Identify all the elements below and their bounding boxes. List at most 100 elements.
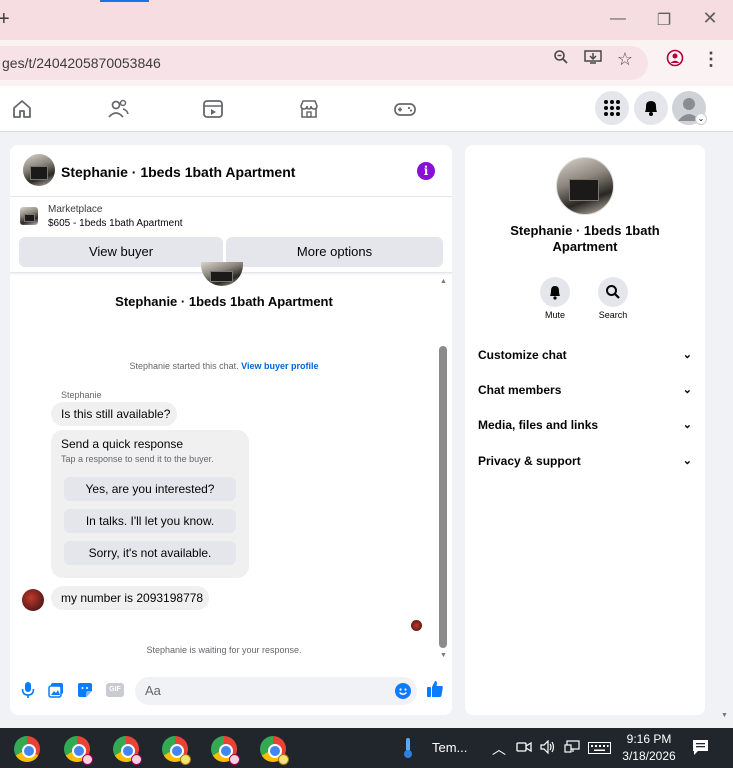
chrome-profile-taskbar-icon[interactable] — [260, 736, 289, 765]
install-app-icon[interactable] — [583, 49, 603, 69]
bookmark-star-icon[interactable]: ☆ — [615, 49, 635, 69]
listing-price-title[interactable]: $605 - 1beds 1bath Apartment — [48, 218, 183, 229]
info-panel-name: Stephanie · 1beds 1bath Apartment — [510, 223, 660, 254]
quick-response-card: Send a quick response Tap a response to … — [51, 430, 249, 578]
chat-header-title[interactable]: Stephanie · 1beds 1bath Apartment — [61, 164, 295, 180]
more-options-button[interactable]: More options — [226, 237, 443, 267]
meet-now-icon[interactable] — [516, 740, 532, 754]
quick-response-yes-button[interactable]: Yes, are you interested? — [64, 477, 236, 501]
chat-started-notice: Stephanie started this chat. View buyer … — [10, 361, 438, 371]
scrollbar-thumb[interactable] — [439, 346, 447, 648]
weather-text[interactable]: Tem... — [432, 740, 467, 755]
chrome-profile-taskbar-icon[interactable] — [64, 736, 93, 765]
clock-time[interactable]: 9:16 PM — [618, 732, 680, 746]
search-icon[interactable] — [598, 277, 628, 307]
chevron-down-icon: ⌄ — [682, 349, 692, 361]
volume-icon[interactable] — [540, 739, 556, 755]
keyboard-icon[interactable] — [588, 741, 611, 754]
read-receipt-avatar — [411, 620, 422, 631]
listing-small-thumbnail — [20, 207, 38, 225]
media-files-links-label: Media, files and links — [478, 418, 599, 432]
marketplace-icon[interactable] — [298, 98, 322, 120]
chevron-down-icon: ⌄ — [682, 455, 692, 467]
restore-icon[interactable]: ❐ — [652, 10, 676, 30]
thermometer-icon[interactable] — [403, 737, 413, 759]
conversation-info-panel: Stephanie · 1beds 1bath Apartment Mute S… — [465, 145, 705, 715]
thumbs-up-icon[interactable] — [426, 680, 444, 698]
chat-members-section[interactable]: Chat members ⌄ — [478, 383, 692, 403]
browser-menu-icon[interactable]: ⋮ — [701, 49, 721, 69]
message-scrollbar[interactable]: ▲ ▼ — [439, 278, 447, 660]
listing-thumbnail[interactable] — [23, 154, 55, 186]
menu-grid-icon[interactable] — [595, 91, 629, 125]
chat-started-text: Stephanie started this chat. — [129, 361, 239, 371]
chevron-down-icon: ⌄ — [682, 384, 692, 396]
profile-listing-photo[interactable] — [556, 157, 614, 215]
account-avatar[interactable]: ⌄ — [672, 91, 707, 125]
profile-icon[interactable] — [665, 49, 685, 69]
friends-icon[interactable] — [106, 98, 130, 120]
quick-response-in-talks-button[interactable]: In talks. I'll let you know. — [64, 509, 236, 533]
scroll-up-arrow-icon[interactable]: ▲ — [440, 278, 447, 285]
chrome-profile-taskbar-icon[interactable] — [113, 736, 142, 765]
browser-tab-strip: + — ❐ ✕ — [0, 0, 733, 40]
chrome-profile-taskbar-icon[interactable] — [211, 736, 240, 765]
chrome-taskbar-icon[interactable] — [14, 736, 40, 762]
browser-toolbar: ges/t/2404205870053846 ☆ ⋮ — [0, 40, 733, 86]
notifications-bell-icon[interactable] — [634, 91, 668, 125]
gaming-icon[interactable] — [393, 98, 417, 120]
video-icon[interactable] — [202, 98, 226, 120]
quick-response-title: Send a quick response — [61, 437, 184, 451]
minimize-icon[interactable]: — — [606, 10, 630, 28]
thread-listing-photo — [201, 262, 243, 286]
windows-taskbar: Tem... ︿ 9:16 PM 3/18/2026 — [0, 728, 733, 768]
quick-response-sorry-button[interactable]: Sorry, it's not available. — [64, 541, 236, 565]
page-scroll-down-icon[interactable]: ▼ — [721, 712, 728, 719]
thread-title: Stephanie · 1beds 1bath Apartment — [115, 294, 333, 309]
message-bubble-2[interactable]: my number is 2093198778 — [51, 586, 209, 610]
new-tab-icon[interactable]: + — [0, 8, 10, 31]
message-thread: Stephanie · 1beds 1bath Apartment Stepha… — [10, 262, 452, 664]
scroll-down-arrow-icon[interactable]: ▼ — [440, 652, 447, 659]
microphone-icon[interactable] — [20, 681, 36, 699]
chevron-down-icon: ⌄ — [682, 419, 692, 431]
network-icon[interactable] — [564, 740, 580, 754]
chat-header: Stephanie · 1beds 1bath Apartment i — [10, 145, 452, 197]
gif-icon[interactable]: GIF — [106, 683, 124, 697]
sender-name: Stephanie — [61, 390, 102, 400]
marketplace-label: Marketplace — [48, 204, 103, 215]
chrome-profile-taskbar-icon[interactable] — [162, 736, 191, 765]
view-buyer-profile-link[interactable]: View buyer profile — [241, 361, 318, 371]
customize-chat-section[interactable]: Customize chat ⌄ — [478, 348, 692, 368]
url-text[interactable]: ges/t/2404205870053846 — [2, 55, 161, 71]
view-buyer-button[interactable]: View buyer — [19, 237, 223, 267]
emoji-icon[interactable] — [395, 683, 411, 699]
info-icon[interactable]: i — [417, 162, 435, 180]
media-files-links-section[interactable]: Media, files and links ⌄ — [478, 418, 692, 438]
chat-panel: Stephanie · 1beds 1bath Apartment i Mark… — [10, 145, 452, 715]
customize-chat-label: Customize chat — [478, 348, 567, 362]
search-label[interactable]: Search — [593, 310, 633, 320]
privacy-support-section[interactable]: Privacy & support ⌄ — [478, 454, 692, 474]
active-tab-indicator — [100, 0, 149, 2]
chat-members-label: Chat members — [478, 383, 562, 397]
notification-center-icon[interactable] — [692, 739, 709, 756]
home-icon[interactable] — [11, 98, 35, 120]
message-composer: GIF Aa — [10, 667, 452, 715]
zoom-icon[interactable] — [551, 49, 571, 69]
message-bubble-1[interactable]: Is this still available? — [51, 402, 177, 426]
waiting-response-notice: Stephanie is waiting for your response. — [146, 645, 302, 655]
close-icon[interactable]: ✕ — [698, 8, 722, 29]
clock-date[interactable]: 3/18/2026 — [618, 749, 680, 763]
mute-label[interactable]: Mute — [535, 310, 575, 320]
privacy-support-label: Privacy & support — [478, 454, 581, 468]
photo-gallery-icon[interactable] — [48, 682, 64, 698]
show-hidden-icons-chevron-icon[interactable]: ︿ — [492, 739, 506, 759]
sender-avatar[interactable] — [22, 589, 44, 611]
account-chevron-down-icon[interactable]: ⌄ — [695, 113, 707, 125]
facebook-top-nav: ⌄ — [0, 86, 733, 132]
mute-bell-icon[interactable] — [540, 277, 570, 307]
message-input[interactable]: Aa — [135, 677, 417, 705]
sticker-icon[interactable] — [77, 682, 93, 698]
quick-response-subtitle: Tap a response to send it to the buyer. — [61, 454, 214, 464]
